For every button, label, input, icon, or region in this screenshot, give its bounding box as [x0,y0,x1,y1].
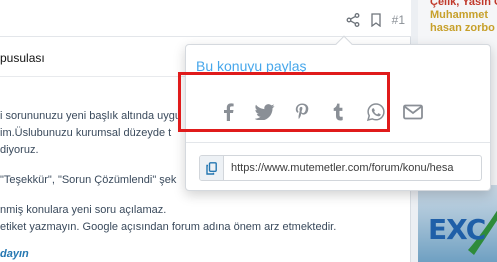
share-icon[interactable] [346,13,360,27]
member-name[interactable]: Çelik, Yasin Ö [430,0,497,9]
post-title: pusulası [0,51,45,65]
highlight-box [178,72,390,132]
body-line: etiket yazmayın. Google açısından forum … [0,221,337,233]
share-url-value[interactable]: https://www.mutemetler.com/forum/konu/he… [231,162,454,174]
sidebar-banner[interactable]: EXC [418,185,497,262]
email-share-button[interactable] [394,100,431,124]
member-list: Çelik, Yasin Ö Muhammet hasan zorbo [430,0,497,35]
member-name[interactable]: hasan zorbo [430,22,497,35]
share-url-field[interactable]: https://www.mutemetler.com/forum/konu/he… [199,155,482,181]
post-number[interactable]: #1 [392,13,405,27]
divider [186,142,490,143]
envelope-icon [402,104,423,120]
post-actions: #1 [346,13,405,27]
copy-url-button[interactable] [200,156,224,180]
post-footer-link[interactable]: dayın [0,248,29,260]
copy-icon [206,161,217,175]
bookmark-icon[interactable] [370,13,382,27]
post-header: #1 [0,0,411,37]
body-line: nmiş konulara yeni soru açılamaz. [0,204,167,216]
banner-text: EXC [428,213,486,246]
member-name[interactable]: Muhammet [430,9,497,22]
